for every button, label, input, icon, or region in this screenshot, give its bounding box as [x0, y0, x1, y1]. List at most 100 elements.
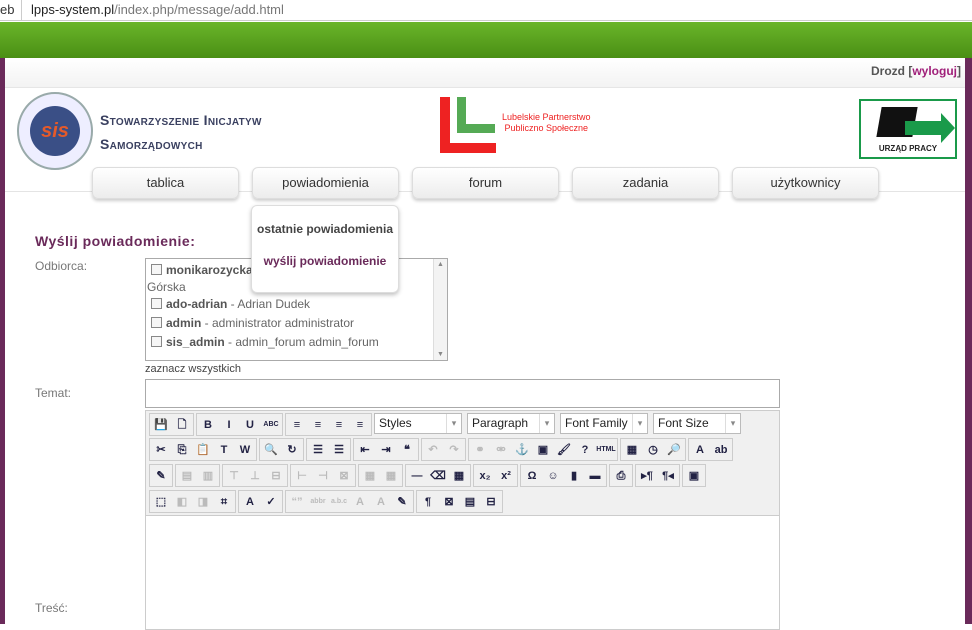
list-item[interactable]: admin - administrator administrator [151, 316, 354, 330]
nav-tablica[interactable]: tablica [92, 167, 239, 199]
indent-icon[interactable]: ⇥ [376, 440, 396, 460]
html-icon[interactable]: HTML [596, 440, 616, 460]
select-paragraph[interactable]: Paragraph [467, 413, 555, 434]
media-icon[interactable]: ▮ [564, 466, 584, 486]
spellcheck-icon[interactable]: ✓ [261, 492, 281, 512]
nonbreaking-icon[interactable]: ⊠ [439, 492, 459, 512]
list-item[interactable]: monikarozycka [151, 263, 253, 277]
list-item[interactable]: ado-adrian - Adrian Dudek [151, 297, 310, 311]
cut-icon[interactable]: ✂ [151, 440, 171, 460]
table-icon[interactable]: ▦ [449, 466, 469, 486]
rtl-icon[interactable]: ¶◂ [658, 466, 678, 486]
blockquote-icon[interactable]: ❝ [397, 440, 417, 460]
strikethrough-icon[interactable]: ABC [261, 415, 281, 435]
table-cell-props-icon[interactable]: ▥ [198, 466, 218, 486]
merge-cells-icon[interactable]: ▦ [381, 466, 401, 486]
replace-icon[interactable]: ↻ [282, 440, 302, 460]
nav-forum[interactable]: forum [412, 167, 559, 199]
select-font-size[interactable]: Font Size [653, 413, 741, 434]
insert-time-icon[interactable]: ◷ [643, 440, 663, 460]
superscript-icon[interactable]: x² [496, 466, 516, 486]
text-color-icon[interactable]: A [690, 440, 710, 460]
anchor-icon[interactable]: ⚓ [512, 440, 532, 460]
edit-icon[interactable]: ✎ [151, 466, 171, 486]
template-icon[interactable]: ▤ [460, 492, 480, 512]
print-icon[interactable]: ⎙ [611, 466, 631, 486]
align-justify-icon[interactable]: ≡ [350, 415, 370, 435]
del-icon[interactable]: A [350, 492, 370, 512]
cleanup-icon[interactable]: 🖌 [554, 440, 574, 460]
styleprops-icon[interactable]: A [240, 492, 260, 512]
sis-logo[interactable]: sis [17, 92, 93, 170]
select-styles[interactable]: Styles [374, 413, 462, 434]
cite-icon[interactable]: “” [287, 492, 307, 512]
editor-content[interactable] [146, 515, 779, 629]
undo-icon[interactable]: ↶ [423, 440, 443, 460]
visual-chars-icon[interactable]: ¶ [418, 492, 438, 512]
paste-text-icon[interactable]: T [214, 440, 234, 460]
underline-icon[interactable]: U [240, 415, 260, 435]
table-row-props-icon[interactable]: ▤ [177, 466, 197, 486]
checkbox[interactable] [151, 264, 162, 275]
ltr-icon[interactable]: ▸¶ [637, 466, 657, 486]
pagebreak-icon[interactable]: ⊟ [481, 492, 501, 512]
bold-icon[interactable]: B [198, 415, 218, 435]
nav-uzytkownicy[interactable]: użytkownicy [732, 167, 879, 199]
outdent-icon[interactable]: ⇤ [355, 440, 375, 460]
find-icon[interactable]: 🔍 [261, 440, 281, 460]
save-icon[interactable]: 💾 [151, 415, 171, 435]
col-before-icon[interactable]: ⊢ [292, 466, 312, 486]
emoticon-icon[interactable]: ☺ [543, 466, 563, 486]
logout-link[interactable]: wyloguj [912, 64, 957, 78]
menu-item-ostatnie[interactable]: ostatnie powiadomienia [252, 222, 398, 236]
rich-text-editor[interactable]: 💾🗋BIUABC≡≡≡≡StylesParagraphFont FamilyFo… [145, 410, 780, 630]
split-cells-icon[interactable]: ▦ [360, 466, 380, 486]
absolute-icon[interactable]: ⌗ [214, 492, 234, 512]
col-after-icon[interactable]: ⊣ [313, 466, 333, 486]
checkbox[interactable] [151, 336, 162, 347]
attribs-icon[interactable]: ✎ [392, 492, 412, 512]
align-center-icon[interactable]: ≡ [308, 415, 328, 435]
urzad-pracy-logo[interactable]: URZĄD PRACY [859, 99, 957, 159]
list-item[interactable]: sis_admin - admin_forum admin_forum [151, 335, 379, 349]
abbr-icon[interactable]: abbr [308, 492, 328, 512]
ins-icon[interactable]: A [371, 492, 391, 512]
insert-date-icon[interactable]: ▦ [622, 440, 642, 460]
lpps-logo[interactable]: Lubelskie Partnerstwo Publiczno Społeczne [440, 97, 600, 154]
paste-icon[interactable]: 📋 [193, 440, 213, 460]
new-document-icon[interactable]: 🗋 [172, 415, 192, 435]
scrollbar[interactable]: ▲ ▼ [433, 259, 447, 360]
paste-word-icon[interactable]: W [235, 440, 255, 460]
address-bar[interactable]: eb lpps-system.pl/index.php/message/add.… [0, 0, 972, 21]
special-char-icon[interactable]: Ω [522, 466, 542, 486]
menu-item-wyslij[interactable]: wyślij powiadomienie [252, 254, 398, 268]
subscript-icon[interactable]: x₂ [475, 466, 495, 486]
link-icon[interactable]: ⚭ [470, 440, 490, 460]
fullscreen-icon[interactable]: ▣ [684, 466, 704, 486]
preview-icon[interactable]: 🔎 [664, 440, 684, 460]
row-before-icon[interactable]: ⊤ [224, 466, 244, 486]
move-backward-icon[interactable]: ◨ [193, 492, 213, 512]
row-after-icon[interactable]: ⊥ [245, 466, 265, 486]
help-icon[interactable]: ? [575, 440, 595, 460]
advhr-icon[interactable]: ▬ [585, 466, 605, 486]
checkbox[interactable] [151, 298, 162, 309]
redo-icon[interactable]: ↷ [444, 440, 464, 460]
move-forward-icon[interactable]: ◧ [172, 492, 192, 512]
delete-row-icon[interactable]: ⊟ [266, 466, 286, 486]
numbered-list-icon[interactable]: ☰ [329, 440, 349, 460]
image-icon[interactable]: ▣ [533, 440, 553, 460]
insert-layer-icon[interactable]: ⬚ [151, 492, 171, 512]
select-font-family[interactable]: Font Family [560, 413, 648, 434]
unlink-icon[interactable]: ⚮ [491, 440, 511, 460]
nav-powiadomienia[interactable]: powiadomienia [252, 167, 399, 199]
align-right-icon[interactable]: ≡ [329, 415, 349, 435]
bullet-list-icon[interactable]: ☰ [308, 440, 328, 460]
select-all-link[interactable]: zaznacz wszystkich [145, 363, 241, 375]
delete-col-icon[interactable]: ⊠ [334, 466, 354, 486]
copy-icon[interactable]: ⎘ [172, 440, 192, 460]
horizontal-rule-icon[interactable]: — [407, 466, 427, 486]
acronym-icon[interactable]: a.b.c [329, 492, 349, 512]
highlight-color-icon[interactable]: ab [711, 440, 731, 460]
checkbox[interactable] [151, 317, 162, 328]
